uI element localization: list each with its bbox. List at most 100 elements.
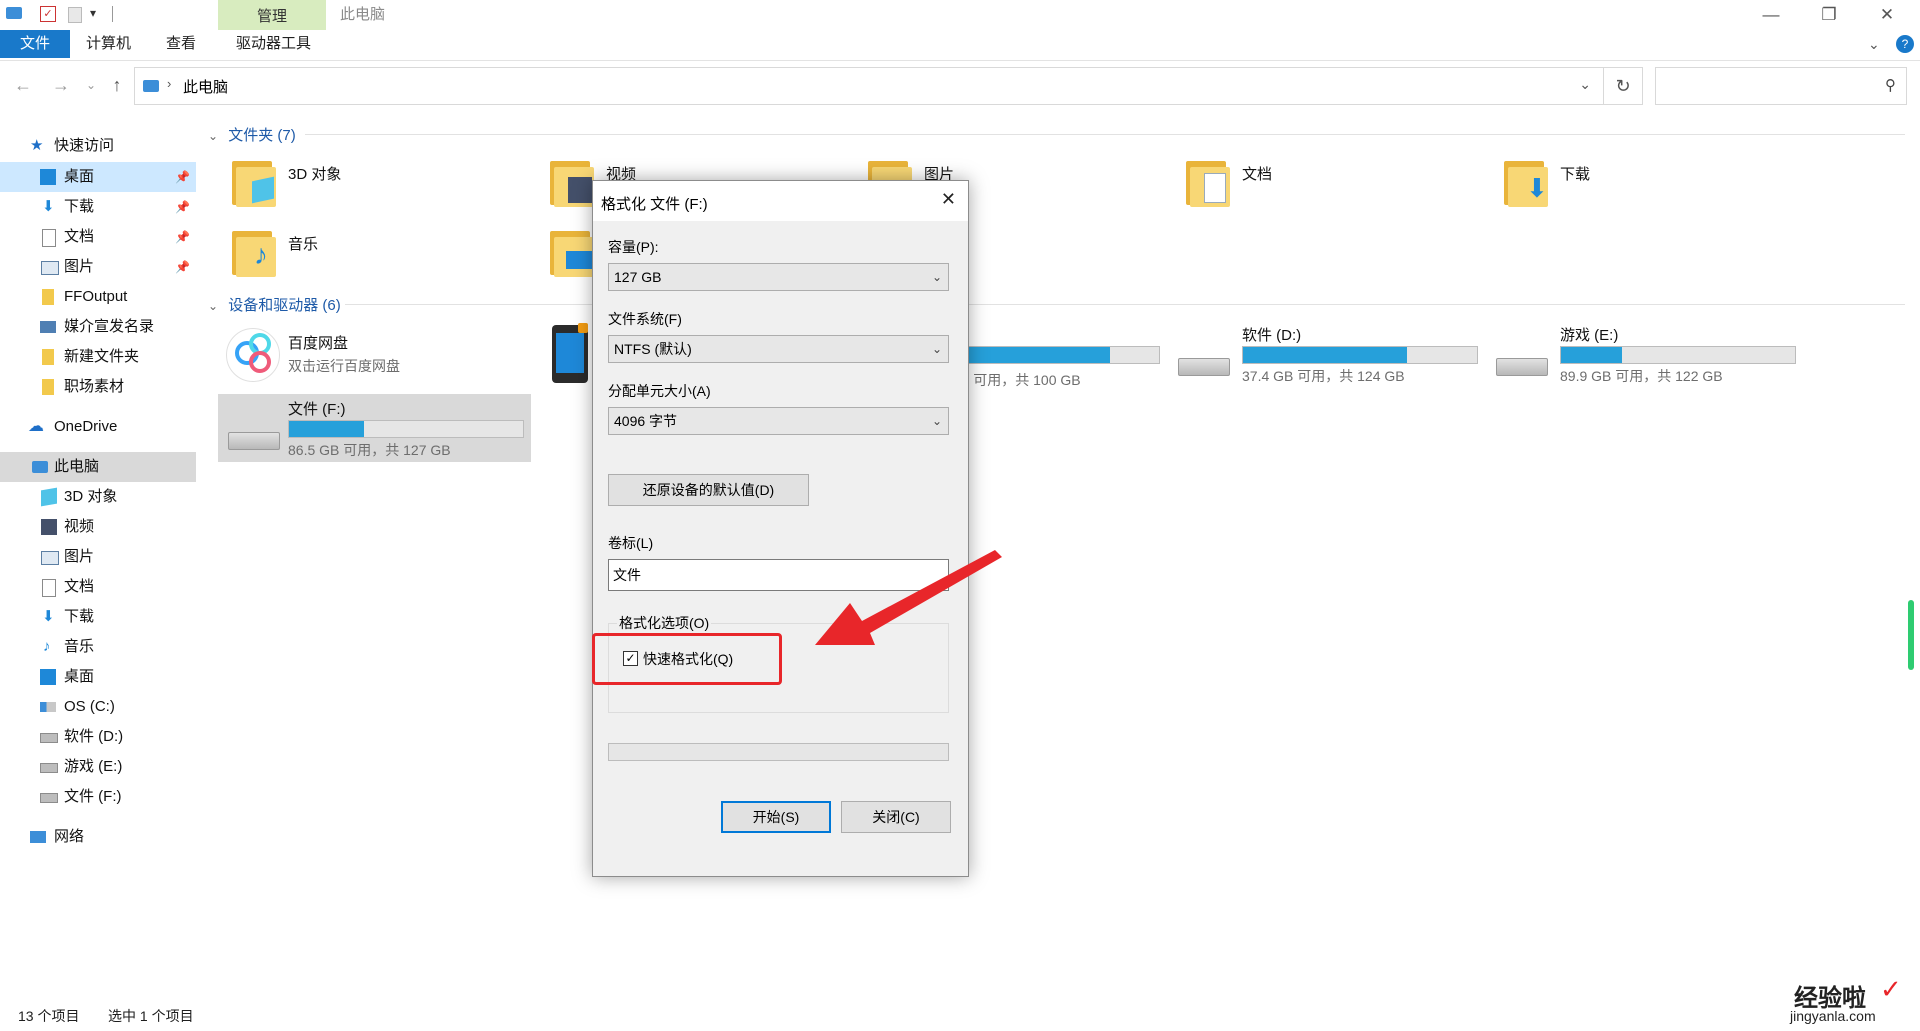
sidebar-item-label: 图片 [64,548,95,565]
drive-space: 37.4 GB 可用，共 124 GB [1242,368,1405,384]
dialog-close-icon[interactable]: ✕ [941,189,956,210]
pin-icon[interactable]: 📌 [175,162,190,192]
sidebar-item-downloads[interactable]: ⬇ 下载 📌 [0,192,196,222]
drive-icon [1178,352,1230,376]
format-options-label: 格式化选项(O) [617,613,712,633]
address-dropdown-icon[interactable]: ⌄ [1579,76,1591,93]
document-icon [42,229,56,247]
sidebar-item-label: 3D 对象 [64,488,118,505]
drive-item-d[interactable]: 软件 (D:) 37.4 GB 可用，共 124 GB [1176,322,1478,390]
sidebar-item-documents[interactable]: 文档 📌 [0,222,196,252]
pin-icon[interactable]: 📌 [175,252,190,282]
sidebar-item-this-pc[interactable]: 此电脑 [0,452,196,482]
folder-item-3d[interactable]: 3D 对象 [230,155,530,215]
sidebar-item-pc-downloads[interactable]: ⬇ 下载 [0,602,196,632]
sidebar-item-drive-e[interactable]: 游戏 (E:) [0,752,196,782]
drive-usage-bar [288,420,524,438]
forward-button[interactable]: → [46,70,76,100]
pin-icon[interactable]: 📌 [175,222,190,252]
drive-icon [40,793,58,803]
allocation-label: 分配单元大小(A) [608,383,711,399]
folder-video-icon [550,157,596,207]
tab-computer[interactable]: 计算机 [72,30,145,58]
folder-item-music[interactable]: ♪ 音乐 [230,225,530,285]
sidebar-item-label: 新建文件夹 [64,348,140,365]
scrollbar-thumb[interactable] [1908,600,1914,670]
address-bar[interactable]: › 此电脑 ⌄ [134,67,1604,105]
tab-drive-tools[interactable]: 驱动器工具 [222,30,325,58]
drive-c-usage-bar [960,346,1160,364]
drive-space: B 可用，共 100 GB [960,372,1081,388]
folder-item-downloads[interactable]: ⬇ 下载 [1502,155,1802,215]
network-icon [30,831,46,843]
sidebar-item-pc-pictures[interactable]: 图片 [0,542,196,572]
folder-item-desktop[interactable] [548,225,594,285]
chevron-down-icon: ⌄ [931,270,942,284]
annotation-arrow-icon [815,550,1002,645]
pin-icon[interactable]: 📌 [175,192,190,222]
sidebar-item-pc-documents[interactable]: 文档 [0,572,196,602]
item-label: 3D 对象 [288,166,342,183]
restore-defaults-button[interactable]: 还原设备的默认值(D) [608,474,809,506]
sidebar-item-label: 快速访问 [54,137,115,154]
tab-file[interactable]: 文件 [0,30,70,58]
sidebar-item-media-list[interactable]: 媒介宣发名录 [0,312,196,342]
sidebar-item-music[interactable]: ♪ 音乐 [0,632,196,662]
back-button[interactable]: ← [8,70,38,100]
capacity-select[interactable]: 127 GB ⌄ [608,263,949,291]
cloud-icon: ☁ [28,418,44,435]
folder-icon [42,379,54,395]
close-window-button[interactable]: ✕ [1858,0,1916,30]
drive-item-c[interactable]: B 可用，共 100 GB [960,328,1160,388]
folder-item-documents[interactable]: 文档 [1184,155,1484,215]
sidebar-quick-access[interactable]: ★ 快速访问 [0,131,196,161]
search-input[interactable]: ⚲ [1655,67,1907,105]
sidebar-item-onedrive[interactable]: ☁ OneDrive [0,412,196,442]
baidu-cloud-icon [226,328,280,382]
restore-button[interactable]: ❐ [1800,0,1858,30]
start-button[interactable]: 开始(S) [721,801,831,833]
filesystem-value: NTFS (默认) [614,341,692,357]
filesystem-select[interactable]: NTFS (默认) ⌄ [608,335,949,363]
checkbox-check-icon[interactable]: ✓ [623,651,638,666]
minimize-button[interactable]: — [1742,0,1800,30]
sidebar-item-label: 软件 (D:) [64,728,124,745]
refresh-button[interactable]: ↻ [1603,67,1643,105]
sidebar-item-drive-f[interactable]: 文件 (F:) [0,782,196,812]
sidebar-item-desktop[interactable]: 桌面 📌 [0,162,196,192]
sidebar-item-drive-c[interactable]: OS (C:) [0,692,196,722]
new-folder-icon[interactable] [68,7,82,23]
help-icon[interactable]: ? [1896,35,1914,53]
allocation-select[interactable]: 4096 字节 ⌄ [608,407,949,435]
up-button[interactable]: ↑ [102,70,132,100]
sidebar-item-workplace[interactable]: 职场素材 [0,372,196,402]
breadcrumb-this-pc[interactable]: 此电脑 [183,76,228,97]
customize-toolbar-icon[interactable]: ▾ [90,6,96,20]
properties-icon[interactable]: ✓ [40,6,56,22]
sidebar-item-new-folder[interactable]: 新建文件夹 [0,342,196,372]
devices-group-header[interactable]: ⌄ 设备和驱动器 (6) [208,294,341,315]
sidebar-item-3d[interactable]: 3D 对象 [0,482,196,512]
tab-view[interactable]: 查看 [152,30,210,58]
system-drive-icon [40,702,56,712]
sidebar-item-ffoutput[interactable]: FFOutput [0,282,196,312]
drive-item-e[interactable]: 游戏 (E:) 89.9 GB 可用，共 122 GB [1494,322,1796,390]
close-button[interactable]: 关闭(C) [841,801,951,833]
sidebar-item-videos[interactable]: 视频 [0,512,196,542]
drive-space: 89.9 GB 可用，共 122 GB [1560,368,1723,384]
refresh-icon: ↻ [1615,76,1631,96]
phone-device-icon[interactable] [552,323,588,383]
sidebar-item-network[interactable]: 网络 [0,822,196,852]
download-arrow-icon: ⬇ [42,608,55,625]
folder-icon [42,349,54,365]
device-item-baidu[interactable]: 百度网盘 双击运行百度网盘 [218,322,530,386]
chevron-down-icon: ⌄ [208,129,219,143]
sidebar-item-pc-desktop[interactable]: 桌面 [0,662,196,692]
drive-item-f[interactable]: 文件 (F:) 86.5 GB 可用，共 127 GB [218,394,531,462]
sidebar-item-drive-d[interactable]: 软件 (D:) [0,722,196,752]
folders-group-header[interactable]: ⌄ 文件夹 (7) [208,124,296,145]
ribbon-expand-icon[interactable]: ⌄ [1868,36,1880,53]
ribbon-context-tab-manage[interactable]: 管理 [218,0,326,30]
sidebar-item-label: 文件 (F:) [64,788,122,805]
sidebar-item-pictures[interactable]: 图片 📌 [0,252,196,282]
